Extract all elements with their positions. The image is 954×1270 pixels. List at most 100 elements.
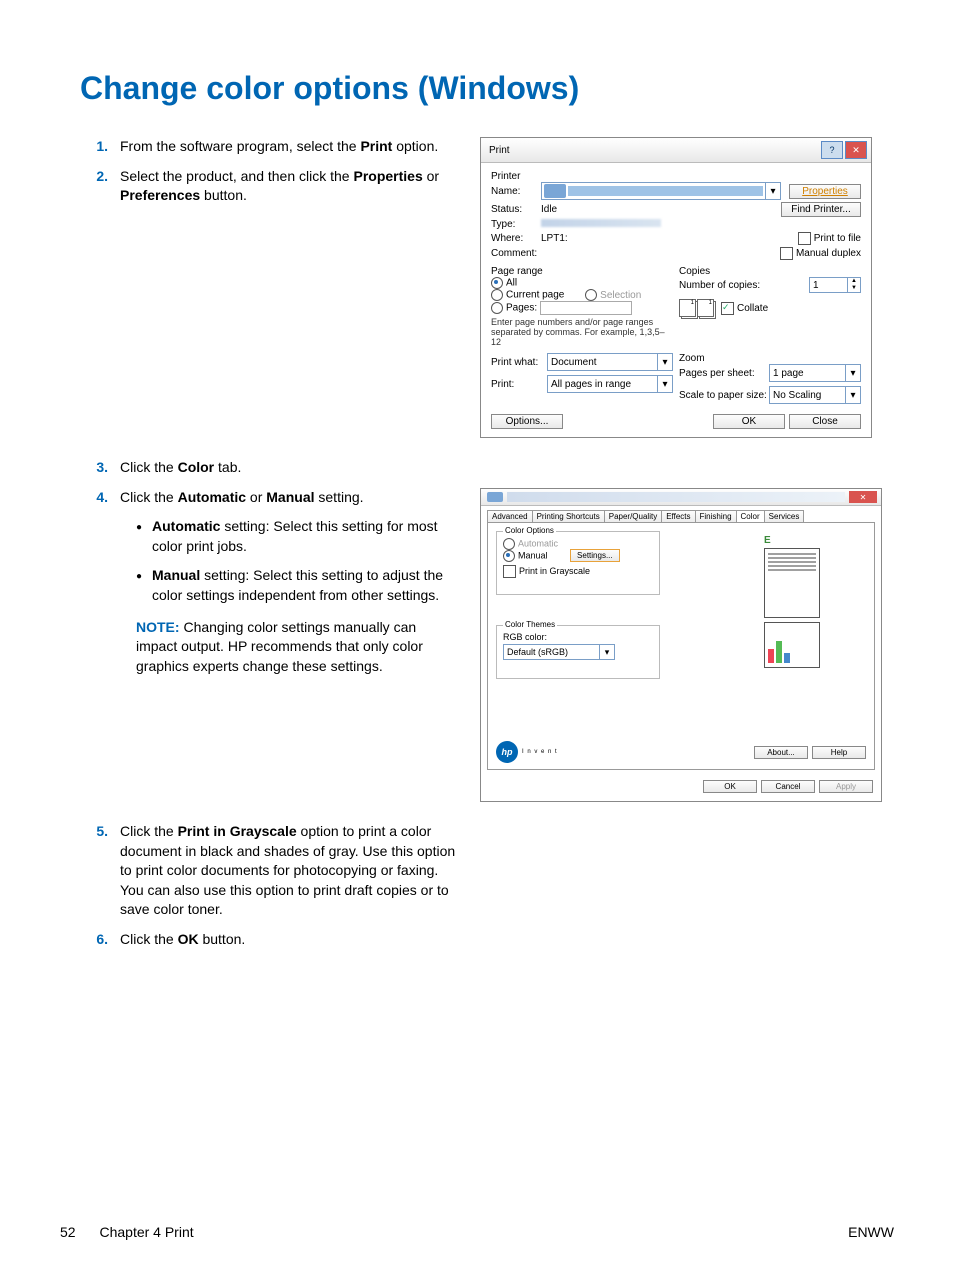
settings-button[interactable]: Settings... <box>570 549 620 562</box>
page-title: Change color options (Windows) <box>80 70 894 107</box>
automatic-radio[interactable] <box>503 538 515 550</box>
text-bold: Manual <box>266 489 314 505</box>
pages-input[interactable] <box>540 301 632 315</box>
chevron-down-icon[interactable]: ▾ <box>845 387 860 403</box>
all-radio[interactable] <box>491 277 503 289</box>
options-button[interactable]: Options... <box>491 414 563 429</box>
text: or <box>423 168 439 184</box>
spinner-buttons[interactable]: ▲▼ <box>847 278 860 292</box>
tab-paper-quality[interactable]: Paper/Quality <box>604 510 662 522</box>
comment-label: Comment: <box>491 248 541 259</box>
preview-letter: E <box>764 535 814 546</box>
collate-icon: 21 21 <box>679 299 713 317</box>
rgb-dropdown[interactable]: Default (sRGB)▾ <box>503 644 615 660</box>
automatic-label: Automatic <box>518 538 558 548</box>
print-range-dropdown[interactable]: All pages in range▾ <box>547 375 673 393</box>
page-footer: 52 Chapter 4 Print ENWW <box>60 1224 894 1240</box>
text-bold: Preferences <box>120 187 200 203</box>
grayscale-checkbox[interactable] <box>503 565 516 578</box>
bullet-icon: ● <box>136 566 152 605</box>
chevron-down-icon[interactable]: ▾ <box>845 365 860 381</box>
pages-hint: Enter page numbers and/or page ranges se… <box>491 317 673 347</box>
print-to-file-label: Print to file <box>814 233 861 244</box>
tab-effects[interactable]: Effects <box>661 510 695 522</box>
manual-radio[interactable] <box>503 550 515 562</box>
ok-button[interactable]: OK <box>703 780 757 793</box>
step-body: From the software program, select the Pr… <box>120 137 460 157</box>
step-number: 4. <box>80 488 120 677</box>
tab-color[interactable]: Color <box>736 510 765 522</box>
chevron-down-icon[interactable]: ▾ <box>599 644 614 660</box>
color-dialog-screenshot: ✕ Advanced Printing Shortcuts Paper/Qual… <box>480 488 882 802</box>
close-icon[interactable]: ✕ <box>849 491 877 503</box>
text-bold: Automatic <box>152 518 220 534</box>
type-value-blur <box>541 219 661 227</box>
tab-services[interactable]: Services <box>764 510 805 522</box>
scale-dropdown[interactable]: No Scaling▾ <box>769 386 861 404</box>
collate-checkbox[interactable] <box>721 302 734 315</box>
tab-printing-shortcuts[interactable]: Printing Shortcuts <box>532 510 605 522</box>
text-bold: Color <box>178 459 215 475</box>
text: button. <box>199 931 246 947</box>
step-body: Click the Automatic or Manual setting. ●… <box>120 488 460 677</box>
tab-strip: Advanced Printing Shortcuts Paper/Qualit… <box>481 506 881 522</box>
properties-button[interactable]: Properties <box>789 184 861 199</box>
print-label: Print: <box>491 379 547 390</box>
help-button[interactable]: Help <box>812 746 866 759</box>
text-bold: Manual <box>152 567 200 583</box>
tab-finishing[interactable]: Finishing <box>695 510 737 522</box>
text-bold: Properties <box>353 168 422 184</box>
title-blur <box>507 492 845 502</box>
current-page-radio[interactable] <box>491 289 503 301</box>
steps-list: 1. From the software program, select the… <box>80 137 460 206</box>
about-button[interactable]: About... <box>754 746 808 759</box>
step-body: Click the Color tab. <box>120 458 460 478</box>
manual-duplex-checkbox[interactable] <box>780 247 793 260</box>
step-body: Select the product, and then click the P… <box>120 167 460 206</box>
chevron-down-icon[interactable]: ▾ <box>657 376 672 392</box>
find-printer-button[interactable]: Find Printer... <box>781 202 861 217</box>
help-icon[interactable]: ? <box>821 141 843 159</box>
print-what-label: Print what: <box>491 357 547 368</box>
ok-button[interactable]: OK <box>713 414 785 429</box>
all-label: All <box>506 278 517 289</box>
grayscale-label: Print in Grayscale <box>519 566 590 576</box>
tab-advanced[interactable]: Advanced <box>487 510 533 522</box>
chapter-label: Chapter 4 Print <box>99 1224 193 1240</box>
close-button[interactable]: Close <box>789 414 861 429</box>
collate-label: Collate <box>737 303 768 314</box>
note-label: NOTE: <box>136 619 180 635</box>
step-body: Click the Print in Grayscale option to p… <box>120 822 460 920</box>
printer-icon <box>544 184 566 198</box>
lang-code: ENWW <box>848 1224 894 1240</box>
scale-label: Scale to paper size: <box>679 390 769 401</box>
where-value: LPT1: <box>541 233 798 244</box>
page-preview-gray <box>764 548 820 618</box>
current-page-label: Current page <box>506 290 564 301</box>
text-bold: OK <box>178 931 199 947</box>
printer-name-dropdown[interactable]: ▾ <box>541 182 781 200</box>
color-themes-group-title: Color Themes <box>503 620 557 629</box>
chevron-down-icon[interactable]: ▾ <box>657 354 672 370</box>
print-what-value: Document <box>548 357 657 368</box>
cancel-button[interactable]: Cancel <box>761 780 815 793</box>
apply-button[interactable]: Apply <box>819 780 873 793</box>
text: tab. <box>214 459 241 475</box>
step-number: 3. <box>80 458 120 478</box>
copies-value: 1 <box>810 280 847 291</box>
step-body: Click the OK button. <box>120 930 460 950</box>
printer-icon <box>487 492 503 502</box>
step-number: 6. <box>80 930 120 950</box>
print-to-file-checkbox[interactable] <box>798 232 811 245</box>
chevron-down-icon[interactable]: ▾ <box>765 183 780 199</box>
print-what-dropdown[interactable]: Document▾ <box>547 353 673 371</box>
text: setting. <box>315 489 364 505</box>
color-options-group-title: Color Options <box>503 526 556 535</box>
copies-spinner[interactable]: 1▲▼ <box>809 277 861 293</box>
status-value: Idle <box>541 204 781 215</box>
status-label: Status: <box>491 204 541 215</box>
pages-radio[interactable] <box>491 302 503 314</box>
text: From the software program, select the <box>120 138 360 154</box>
close-icon[interactable]: ✕ <box>845 141 867 159</box>
pages-per-sheet-dropdown[interactable]: 1 page▾ <box>769 364 861 382</box>
